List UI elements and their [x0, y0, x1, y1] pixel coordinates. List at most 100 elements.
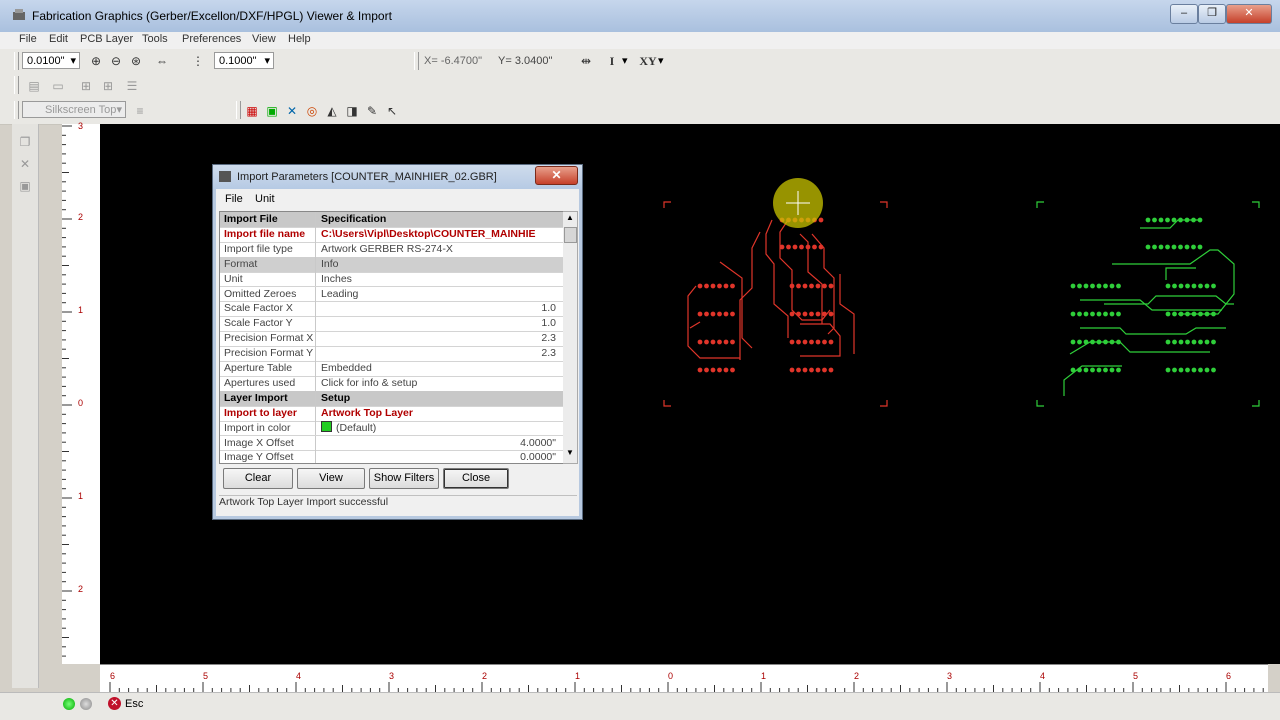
hruler-label: 1	[761, 671, 767, 681]
menu-edit[interactable]: Edit	[49, 33, 68, 45]
toolbar-grip-3[interactable]	[236, 101, 241, 119]
menu-file[interactable]: File	[19, 33, 37, 45]
tile-icon[interactable]: ⊞	[76, 76, 96, 96]
dialog-title-bar[interactable]: Import Parameters [COUNTER_MAINHIER_02.G…	[213, 165, 582, 189]
edit-image-icon[interactable]: ✎	[362, 101, 382, 121]
fit-width-icon[interactable]: ⇔	[152, 51, 172, 71]
restore-button[interactable]: ❐	[1198, 4, 1226, 24]
grid-size-select[interactable]: 0.0100" ▾	[22, 52, 80, 69]
dialog-menu-file[interactable]: File	[225, 193, 243, 205]
grid-dots-icon[interactable]: ⋮	[188, 51, 208, 71]
measure-icon[interactable]: ⇹	[576, 51, 596, 71]
mirror-icon[interactable]: ◭	[322, 101, 342, 121]
menu-bar: File Edit PCB Layer Tools Preferences Vi…	[0, 32, 1280, 49]
view-button[interactable]: View	[297, 468, 365, 489]
tile-alt-icon[interactable]: ⊞	[98, 76, 118, 96]
copy-icon[interactable]: ❐	[15, 132, 35, 152]
menu-tools[interactable]: Tools	[142, 33, 168, 45]
dialog-close-button[interactable]: ✕	[535, 166, 578, 185]
parameter-row[interactable]: Apertures used Click for info & setup	[220, 375, 564, 392]
chevron-down-icon[interactable]: ▾	[658, 54, 664, 67]
paste-icon[interactable]: ▣	[15, 176, 35, 196]
close-window-button[interactable]: ✕	[1226, 4, 1272, 24]
dialog-menu-unit[interactable]: Unit	[255, 193, 275, 205]
parameter-value[interactable]: Inches	[317, 272, 560, 287]
parameter-value[interactable]: 1.0	[317, 316, 560, 331]
toolbar-grip[interactable]	[14, 52, 19, 70]
toolbar-grip[interactable]	[14, 76, 19, 94]
show-filters-button[interactable]: Show Filters	[369, 468, 439, 489]
parameter-value[interactable]: 2.3	[317, 346, 560, 361]
parameter-row[interactable]: Precision Format X 2.3	[220, 331, 564, 348]
delete-icon[interactable]: ✕	[15, 154, 35, 174]
esc-label[interactable]: Esc	[125, 698, 143, 710]
invert-icon[interactable]: ◨	[342, 101, 362, 121]
parameter-value[interactable]: Embedded	[317, 361, 560, 376]
zoom-in-icon[interactable]: ⊕	[86, 51, 106, 71]
parameter-row[interactable]: Scale Factor Y 1.0	[220, 316, 564, 333]
parameter-row[interactable]: Import to layer Artwork Top Layer	[220, 405, 564, 422]
escape-icon[interactable]: ✕	[108, 697, 121, 710]
select-pointer-icon[interactable]: ↖	[382, 101, 402, 121]
parameter-row[interactable]: Image Y Offset 0.0000"	[220, 450, 564, 463]
parameter-row[interactable]: Import File Specification	[220, 212, 564, 228]
grid-scrollbar[interactable]: ▲ ▼	[563, 211, 578, 464]
parameter-value[interactable]: Click for info & setup	[317, 376, 560, 391]
toolbar-grip-2[interactable]	[414, 52, 419, 70]
parameter-row[interactable]: Import in color (Default)	[220, 420, 564, 437]
toolbar-grip[interactable]	[14, 101, 19, 119]
parameter-value[interactable]: 1.0	[317, 301, 560, 316]
target-icon[interactable]: ◎	[302, 101, 322, 121]
parameter-value[interactable]: Artwork Top Layer	[317, 406, 560, 421]
parameter-value[interactable]: Artwork GERBER RS-274-X	[317, 242, 560, 257]
menu-view[interactable]: View	[252, 33, 276, 45]
pcb-pad	[1116, 311, 1121, 317]
parameter-value[interactable]: (Default)	[317, 420, 560, 436]
layers-icon[interactable]: ▦	[242, 101, 262, 121]
pcb-trace	[1080, 327, 1226, 335]
menu-preferences[interactable]: Preferences	[182, 33, 241, 45]
parameter-value[interactable]: Leading	[317, 287, 560, 302]
layer-select[interactable]: Silkscreen Top ▾	[22, 101, 126, 118]
zoom-fit-icon[interactable]: ⊛	[126, 51, 146, 71]
parameter-row[interactable]: Import file type Artwork GERBER RS-274-X	[220, 241, 564, 258]
scroll-up-icon[interactable]: ▲	[564, 213, 576, 225]
menu-help[interactable]: Help	[288, 33, 311, 45]
chevron-down-icon[interactable]: ▾	[622, 54, 628, 67]
parameter-value[interactable]: 2.3	[317, 331, 560, 346]
menu-pcb-layer[interactable]: PCB Layer	[80, 33, 133, 45]
parameter-row[interactable]: Unit Inches	[220, 271, 564, 288]
parameter-row[interactable]: Aperture Table Embedded	[220, 361, 564, 377]
minimize-button[interactable]: –	[1170, 4, 1198, 24]
drill-icon[interactable]: ✕	[282, 101, 302, 121]
parameter-row[interactable]: Import file name C:\Users\Vipl\Desktop\CO…	[220, 226, 564, 243]
parameter-value[interactable]: C:\Users\Vipl\Desktop\COUNTER_MAINHIE	[317, 227, 560, 242]
layer-stack-icon[interactable]: ≡	[130, 101, 150, 121]
dialog-app-icon	[219, 171, 231, 182]
parameter-row[interactable]: Image X Offset 4.0000"	[220, 435, 564, 452]
parameter-row[interactable]: Precision Format Y 2.3	[220, 346, 564, 362]
parameters-grid[interactable]: Import File Specification Import file name…	[219, 211, 565, 464]
parameter-value[interactable]: Info	[317, 257, 560, 272]
scroll-down-icon[interactable]: ▼	[564, 448, 576, 460]
parameter-row[interactable]: Omitted Zeroes Leading	[220, 286, 564, 303]
list-icon[interactable]: ☰	[122, 76, 142, 96]
parameter-row[interactable]: Layer Import Setup	[220, 390, 564, 407]
pcb-pad	[1083, 311, 1089, 317]
dialog-close-text-button[interactable]: Close	[443, 468, 509, 489]
import-icon[interactable]: ▣	[262, 101, 282, 121]
zoom-out-icon[interactable]: ⊖	[106, 51, 126, 71]
clear-button[interactable]: Clear	[223, 468, 293, 489]
open-folder-icon[interactable]: ▭	[48, 76, 68, 96]
mode-i-button[interactable]: I	[602, 51, 622, 71]
parameter-value[interactable]: Setup	[317, 391, 560, 406]
parameter-value[interactable]: 4.0000"	[317, 436, 560, 451]
parameter-row[interactable]: Scale Factor X 1.0	[220, 301, 564, 318]
parameter-row[interactable]: Format Info	[220, 256, 564, 273]
new-file-icon[interactable]: ▤	[24, 76, 44, 96]
mode-xy-button[interactable]: XY	[636, 51, 660, 71]
parameter-value[interactable]: 0.0000"	[317, 450, 560, 463]
parameter-value[interactable]: Specification	[317, 212, 560, 227]
snap-size-select[interactable]: 0.1000" ▾	[214, 52, 274, 69]
scroll-thumb[interactable]	[564, 227, 577, 243]
